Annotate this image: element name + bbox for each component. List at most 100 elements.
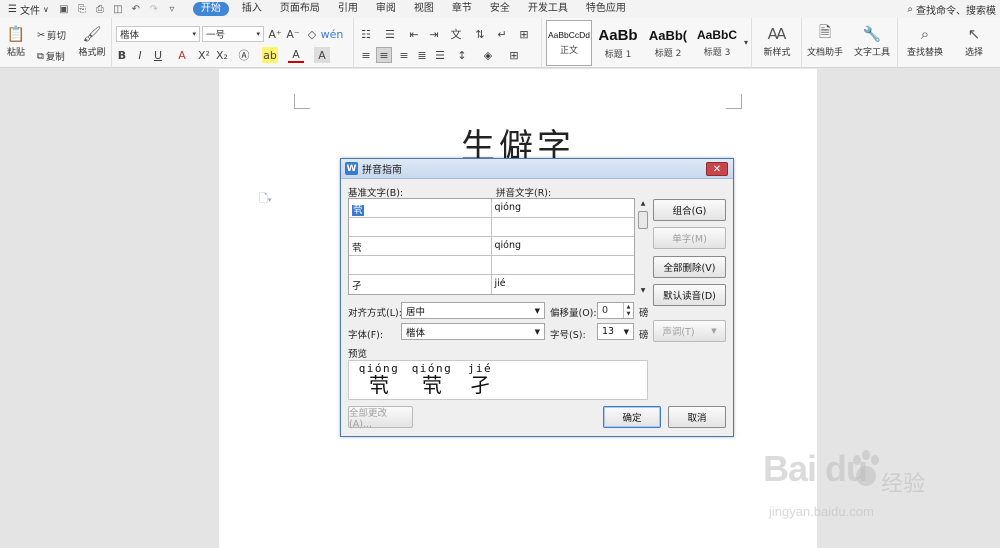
paste-button[interactable]: 📋 粘贴	[2, 23, 30, 58]
font-size-select[interactable]: 一号 ▾	[202, 26, 264, 42]
find-replace-button[interactable]: ⌕ 查找替换	[900, 23, 950, 58]
file-menu[interactable]: ☰ 文件 ∨	[4, 2, 53, 17]
tab-developer[interactable]: 开发工具	[519, 0, 577, 18]
select-button[interactable]: ↖ 选择	[952, 23, 996, 58]
style-normal[interactable]: AaBbCcDd 正文	[546, 20, 592, 66]
shading-icon[interactable]: ◈	[480, 47, 496, 63]
font-select[interactable]: 楷体 ▼	[401, 323, 545, 340]
base-text-cell[interactable]: 茕	[349, 199, 492, 218]
superscript-icon[interactable]: X²	[196, 47, 212, 63]
font-name-select[interactable]: 楷体 ▾	[116, 26, 200, 42]
text-tools-button[interactable]: 🔧 文字工具	[848, 23, 896, 58]
tab-page-layout[interactable]: 页面布局	[271, 0, 329, 18]
base-text-cell[interactable]: 孑	[349, 275, 492, 294]
cursor-icon: ↖	[967, 25, 981, 43]
format-painter-button[interactable]: 🖌 格式刷	[76, 23, 108, 58]
highlight-icon[interactable]: ab	[262, 47, 278, 63]
style-normal-label: 正文	[559, 46, 578, 56]
customize-icon[interactable]: ▿	[165, 2, 179, 16]
strikethrough-icon[interactable]: A	[174, 47, 190, 63]
offset-spinner[interactable]: 0 ▲ ▼	[597, 302, 634, 319]
style-heading-1[interactable]: AaBb 标题 1	[594, 20, 642, 66]
phonetic-guide-icon[interactable]: wén	[321, 26, 344, 42]
grid-scrollbar[interactable]: ▲ ▼	[637, 198, 649, 295]
style-heading-2[interactable]: AaBb( 标题 2	[644, 20, 692, 66]
command-search[interactable]: ⌕ 查找命令、搜索模	[907, 2, 996, 17]
underline-icon[interactable]: U	[150, 47, 166, 63]
size-select[interactable]: 13 ▼	[597, 323, 634, 340]
show-hide-icon[interactable]: ↵	[494, 26, 510, 42]
base-text-cell[interactable]	[349, 256, 492, 275]
line-spacing-icon[interactable]: ↕	[454, 47, 470, 63]
tab-section[interactable]: 章节	[443, 0, 481, 18]
group-button[interactable]: 组合(G)	[653, 199, 726, 221]
tab-review[interactable]: 审阅	[367, 0, 405, 18]
justify-icon[interactable]: ≣	[414, 47, 430, 63]
print-icon[interactable]: ⎙	[93, 2, 107, 16]
ruby-text-cell[interactable]: jié	[492, 275, 635, 294]
ruby-text-cell[interactable]	[492, 256, 635, 275]
tab-special-apps[interactable]: 特色应用	[577, 0, 635, 18]
tab-references[interactable]: 引用	[329, 0, 367, 18]
tab-security[interactable]: 安全	[481, 0, 519, 18]
save-icon[interactable]: ▣	[57, 2, 71, 16]
decrease-indent-icon[interactable]: ⇤	[406, 26, 422, 42]
new-style-button[interactable]: Ꜳ 新样式	[754, 23, 800, 58]
align-right-icon[interactable]: ≡	[396, 47, 412, 63]
paste-icon: 📋	[6, 25, 26, 43]
base-text-value: 茕	[352, 205, 364, 216]
char-shading-icon[interactable]: A	[314, 47, 330, 63]
default-reading-button[interactable]: 默认读音(D)	[653, 284, 726, 306]
tools-group: 🗎 文档助手 🔧 文字工具	[802, 18, 898, 68]
chinese-layout-icon[interactable]: 文	[448, 26, 464, 42]
increase-indent-icon[interactable]: ⇥	[426, 26, 442, 42]
scroll-down-icon[interactable]: ▼	[637, 285, 649, 295]
base-text-cell[interactable]	[349, 218, 492, 237]
copy-button[interactable]: ⧉ 复制	[37, 49, 65, 64]
scroll-up-icon[interactable]: ▲	[637, 198, 649, 208]
alignment-select[interactable]: 居中 ▼	[401, 302, 545, 319]
grow-font-icon[interactable]: A⁺	[267, 26, 283, 42]
tone-button[interactable]: 声调(T) ▼	[653, 320, 726, 342]
editing-group: ⌕ 查找替换 ↖ 选择	[898, 18, 1000, 68]
change-all-button[interactable]: 全部更改 (A)...	[348, 406, 413, 430]
ruby-text-cell[interactable]	[492, 218, 635, 237]
borders-icon[interactable]: ⊞	[506, 47, 522, 63]
clear-format-icon[interactable]: ◇	[304, 26, 320, 42]
ok-button[interactable]: 确定	[603, 406, 661, 428]
output-pdf-icon[interactable]: ⎘	[75, 2, 89, 16]
distributed-icon[interactable]: ☰	[432, 47, 448, 63]
subscript-icon[interactable]: X₂	[214, 47, 230, 63]
single-char-button[interactable]: 单字(M)	[653, 227, 726, 249]
tab-home[interactable]: 开始	[192, 2, 229, 16]
table-border-icon[interactable]: ⊞	[516, 26, 532, 42]
ruby-text-cell[interactable]: qióng	[492, 237, 635, 256]
cancel-button[interactable]: 取消	[668, 406, 726, 428]
style-heading-3[interactable]: AaBbC 标题 3	[694, 20, 740, 66]
align-center-icon[interactable]: ≡	[376, 47, 392, 63]
clear-all-button[interactable]: 全部删除(V)	[653, 256, 726, 278]
tab-view[interactable]: 视图	[405, 0, 443, 18]
undo-icon[interactable]: ↶	[129, 2, 143, 16]
bold-icon[interactable]: B	[114, 47, 130, 63]
redo-icon[interactable]: ↷	[147, 2, 161, 16]
ruby-text-cell[interactable]: qióng	[492, 199, 635, 218]
paragraph-layout-icon[interactable]: 🗋▾	[259, 190, 271, 209]
spinner-arrows-icon[interactable]: ▲ ▼	[623, 303, 633, 318]
sort-icon[interactable]: ⇅	[472, 26, 488, 42]
scroll-thumb[interactable]	[638, 211, 648, 229]
bullet-list-icon[interactable]: ☷	[358, 26, 374, 42]
copy-icon: ⧉	[37, 50, 44, 62]
shrink-font-icon[interactable]: A⁻	[285, 26, 301, 42]
text-effect-icon[interactable]: Ⓐ	[236, 47, 252, 63]
font-color-icon[interactable]: A	[288, 47, 304, 63]
doc-helper-button[interactable]: 🗎 文档助手	[804, 23, 846, 59]
base-text-cell[interactable]: 茕	[349, 237, 492, 256]
tab-insert[interactable]: 插入	[233, 0, 271, 18]
cut-button[interactable]: ✂ 剪切	[37, 28, 66, 43]
numbered-list-icon[interactable]: ☰	[382, 26, 398, 42]
close-icon[interactable]: ✕	[706, 162, 728, 176]
italic-icon[interactable]: I	[132, 47, 148, 63]
print-preview-icon[interactable]: ◫	[111, 2, 125, 16]
align-left-icon[interactable]: ≡	[358, 47, 374, 63]
